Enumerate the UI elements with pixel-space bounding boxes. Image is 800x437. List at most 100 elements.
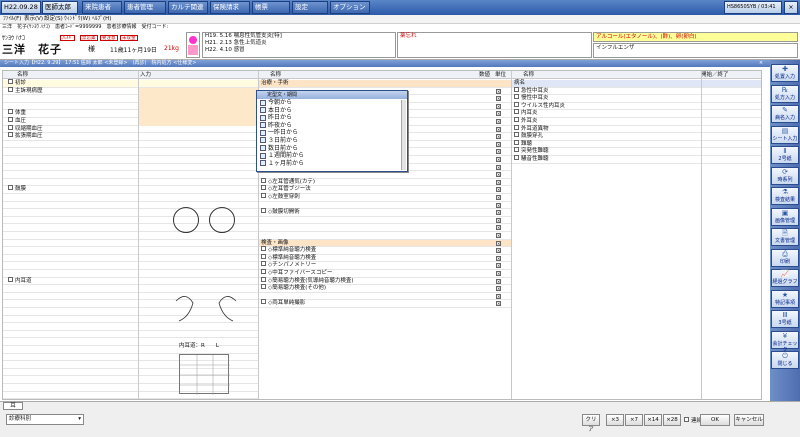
disease-row[interactable]: 鼓膜穿孔: [511, 132, 761, 141]
clear-icon[interactable]: ×: [496, 126, 501, 132]
clear-icon[interactable]: ×: [496, 271, 501, 276]
mid-row[interactable]: ◇両耳単純撮影 ×: [258, 299, 511, 308]
mid-row[interactable]: ×: [258, 224, 511, 232]
disease-row[interactable]: ウイルス性内耳炎: [511, 101, 761, 111]
times7-button[interactable]: ×7: [625, 414, 643, 426]
disease-row[interactable]: 病名: [511, 80, 761, 88]
row-checkbox[interactable]: [514, 94, 519, 100]
doctor-button[interactable]: 医師太郎: [42, 1, 78, 14]
row-checkbox[interactable]: [261, 284, 266, 290]
clear-icon[interactable]: ×: [496, 293, 501, 299]
left-row[interactable]: [3, 232, 258, 240]
complaint-input-area[interactable]: [139, 88, 258, 126]
cancel-button[interactable]: キャンセル: [734, 414, 764, 426]
row-checkbox[interactable]: [514, 101, 519, 107]
contraindication-tag[interactable]: 禁忌薬: [80, 35, 98, 41]
row-checkbox[interactable]: [261, 246, 266, 252]
left-row[interactable]: [3, 179, 258, 187]
disease-row[interactable]: 突発性難聴: [511, 147, 761, 156]
menu-settings[interactable]: 設定(S): [44, 15, 63, 24]
mid-row[interactable]: ×: [258, 217, 511, 225]
left-row[interactable]: [3, 171, 258, 179]
sidebar-item[interactable]: Ⅲ 3号紙: [771, 310, 799, 328]
popup-scrollbar[interactable]: [401, 100, 406, 170]
clear-icon[interactable]: ×: [496, 88, 501, 94]
sidebar-item[interactable]: 📈 経過グラフ: [771, 269, 799, 287]
patient-mgmt-button[interactable]: 患者管理: [124, 1, 166, 14]
disease-row[interactable]: 内耳炎: [511, 109, 761, 118]
disease-row[interactable]: 騒音性難聴: [511, 155, 761, 164]
popup-item[interactable]: 昨日から: [257, 114, 407, 122]
sidebar-item[interactable]: ✚ 処置入力: [771, 64, 799, 82]
mid-row[interactable]: ◇チンパノメトリー ×: [258, 261, 511, 270]
mid-row[interactable]: ◇簡易聴力検査(その他) ×: [258, 284, 511, 293]
clear-icon[interactable]: ×: [496, 195, 501, 200]
times28-button[interactable]: ×28: [663, 414, 681, 426]
sidebar-item[interactable]: ✎ 病名入力: [771, 105, 799, 123]
left-row[interactable]: [3, 270, 258, 278]
row-checkbox[interactable]: [514, 139, 519, 145]
clear-icon[interactable]: ×: [496, 217, 501, 223]
sidebar-item[interactable]: ⎙ 印刷: [771, 248, 799, 267]
sidebar-item[interactable]: ⟳ 時系列: [771, 166, 799, 185]
inner-ear-drawing[interactable]: [171, 291, 241, 327]
clear-icon[interactable]: ×: [496, 103, 501, 109]
row-checkbox[interactable]: [261, 276, 266, 282]
close-icon[interactable]: ×: [784, 1, 798, 14]
disease-row[interactable]: 外耳炎: [511, 117, 761, 126]
menu-help[interactable]: ﾍﾙﾌﾟ(H): [92, 15, 111, 24]
row-checkbox[interactable]: [261, 208, 266, 214]
mid-row[interactable]: ×: [258, 232, 511, 240]
row-checkbox[interactable]: [261, 253, 266, 259]
clear-icon[interactable]: ×: [496, 202, 501, 208]
disease-row[interactable]: 慢性中耳炎: [511, 94, 761, 103]
row-checkbox[interactable]: [261, 261, 266, 267]
left-row[interactable]: [3, 247, 258, 255]
window-close-icon[interactable]: ×: [754, 60, 768, 67]
row-checkbox[interactable]: [8, 109, 13, 115]
popup-item[interactable]: 一昨日から: [257, 129, 407, 137]
sidebar-item[interactable]: ¥ 会計チェック: [771, 330, 799, 353]
ledger-button[interactable]: 帳票: [252, 1, 290, 14]
clear-icon[interactable]: ×: [496, 164, 501, 170]
left-row[interactable]: [3, 255, 258, 263]
row-checkbox[interactable]: [514, 124, 519, 130]
popup-item[interactable]: １週間前から: [257, 152, 407, 160]
options-button[interactable]: オプション: [330, 1, 370, 14]
clear-icon[interactable]: ×: [496, 172, 501, 178]
clear-icon[interactable]: ×: [496, 119, 501, 124]
row-checkbox[interactable]: [8, 79, 13, 84]
row-checkbox[interactable]: [261, 299, 266, 305]
forms-button[interactable]: カルテ関連: [168, 1, 208, 14]
left-row[interactable]: 拡張期血圧: [3, 132, 258, 141]
row-checkbox[interactable]: [261, 185, 266, 191]
left-row[interactable]: 初診: [3, 79, 258, 88]
left-row[interactable]: [3, 399, 258, 400]
clear-icon[interactable]: ×: [496, 240, 501, 246]
times14-button[interactable]: ×14: [644, 414, 662, 426]
row-checkbox[interactable]: [514, 117, 519, 122]
clear-icon[interactable]: ×: [496, 301, 501, 307]
row-checkbox[interactable]: [514, 155, 519, 160]
sidebar-item[interactable]: Ⅱ 2号紙: [771, 146, 799, 164]
row-checkbox[interactable]: [261, 269, 266, 274]
row-checkbox[interactable]: [8, 185, 13, 191]
row-checkbox[interactable]: [261, 177, 266, 183]
sidebar-item[interactable]: ℞ 処方入力: [771, 84, 799, 103]
left-row[interactable]: [3, 338, 258, 346]
sidebar-item[interactable]: ⏻ 閉じる: [771, 351, 799, 369]
menu-file[interactable]: ﾌｧｲﾙ(F): [3, 15, 21, 24]
mid-row[interactable]: ◇左耳管ブジー法 ×: [258, 185, 511, 194]
left-row[interactable]: [3, 194, 258, 202]
mid-row[interactable]: ×: [258, 171, 511, 179]
menu-window[interactable]: ｳｨﾝﾄﾞｳ(W): [64, 15, 90, 24]
mid-row[interactable]: ◇標準純音聴力検査 ×: [258, 246, 511, 255]
clear-icon[interactable]: ×: [496, 286, 501, 292]
left-row[interactable]: [3, 331, 258, 339]
unpaid-tag[interactable]: 未収金: [120, 35, 138, 41]
mid-row[interactable]: ◇中耳ファイバースコピー ×: [258, 269, 511, 278]
insurance-button[interactable]: 保険請求: [210, 1, 250, 14]
left-row[interactable]: [3, 156, 258, 164]
left-row[interactable]: [3, 262, 258, 270]
row-checkbox[interactable]: [8, 86, 13, 92]
